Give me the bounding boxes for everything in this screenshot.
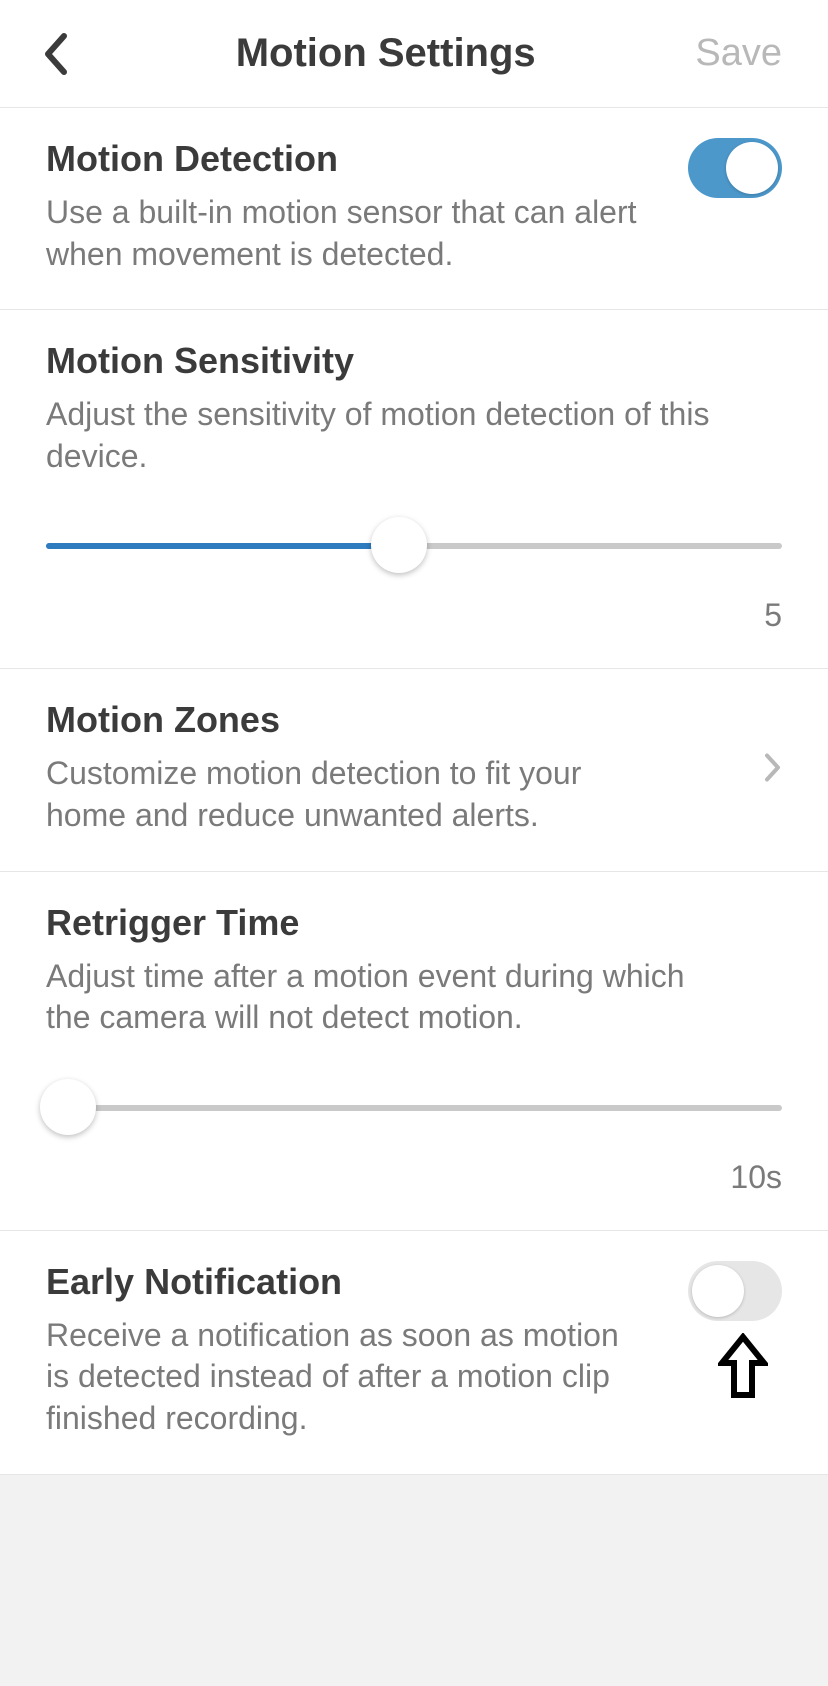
save-button[interactable]: Save: [695, 32, 782, 75]
early-notification-title: Early Notification: [46, 1261, 782, 1303]
motion-zones-title: Motion Zones: [46, 699, 782, 741]
motion-sensitivity-desc: Adjust the sensitivity of motion detecti…: [46, 394, 726, 477]
motion-detection-toggle[interactable]: [688, 138, 782, 198]
back-button[interactable]: [36, 32, 76, 76]
motion-sensitivity-value: 5: [46, 597, 782, 634]
retrigger-time-slider[interactable]: [46, 1079, 782, 1135]
retrigger-time-title: Retrigger Time: [46, 902, 782, 944]
chevron-right-icon: [764, 752, 782, 787]
section-early-notification: Early Notification Receive a notificatio…: [0, 1231, 828, 1475]
motion-detection-desc: Use a built-in motion sensor that can al…: [46, 192, 646, 275]
slider-thumb[interactable]: [371, 517, 427, 573]
motion-sensitivity-title: Motion Sensitivity: [46, 340, 782, 382]
section-retrigger-time: Retrigger Time Adjust time after a motio…: [0, 872, 828, 1231]
toggle-knob: [692, 1265, 744, 1317]
toggle-knob: [726, 142, 778, 194]
section-motion-sensitivity: Motion Sensitivity Adjust the sensitivit…: [0, 310, 828, 669]
slider-track-fill: [46, 543, 399, 549]
retrigger-time-desc: Adjust time after a motion event during …: [46, 956, 726, 1039]
page-title: Motion Settings: [76, 31, 695, 76]
arrow-up-icon: [718, 1333, 768, 1404]
section-motion-zones[interactable]: Motion Zones Customize motion detection …: [0, 669, 828, 871]
slider-thumb[interactable]: [40, 1079, 96, 1135]
motion-sensitivity-slider[interactable]: [46, 517, 782, 573]
early-notification-toggle[interactable]: [688, 1261, 782, 1321]
motion-detection-title: Motion Detection: [46, 138, 782, 180]
chevron-left-icon: [42, 32, 70, 76]
retrigger-time-value: 10s: [46, 1159, 782, 1196]
slider-track: [46, 1105, 782, 1111]
section-motion-detection: Motion Detection Use a built-in motion s…: [0, 108, 828, 310]
header: Motion Settings Save: [0, 0, 828, 108]
motion-zones-desc: Customize motion detection to fit your h…: [46, 753, 646, 836]
early-notification-desc: Receive a notification as soon as motion…: [46, 1315, 646, 1440]
